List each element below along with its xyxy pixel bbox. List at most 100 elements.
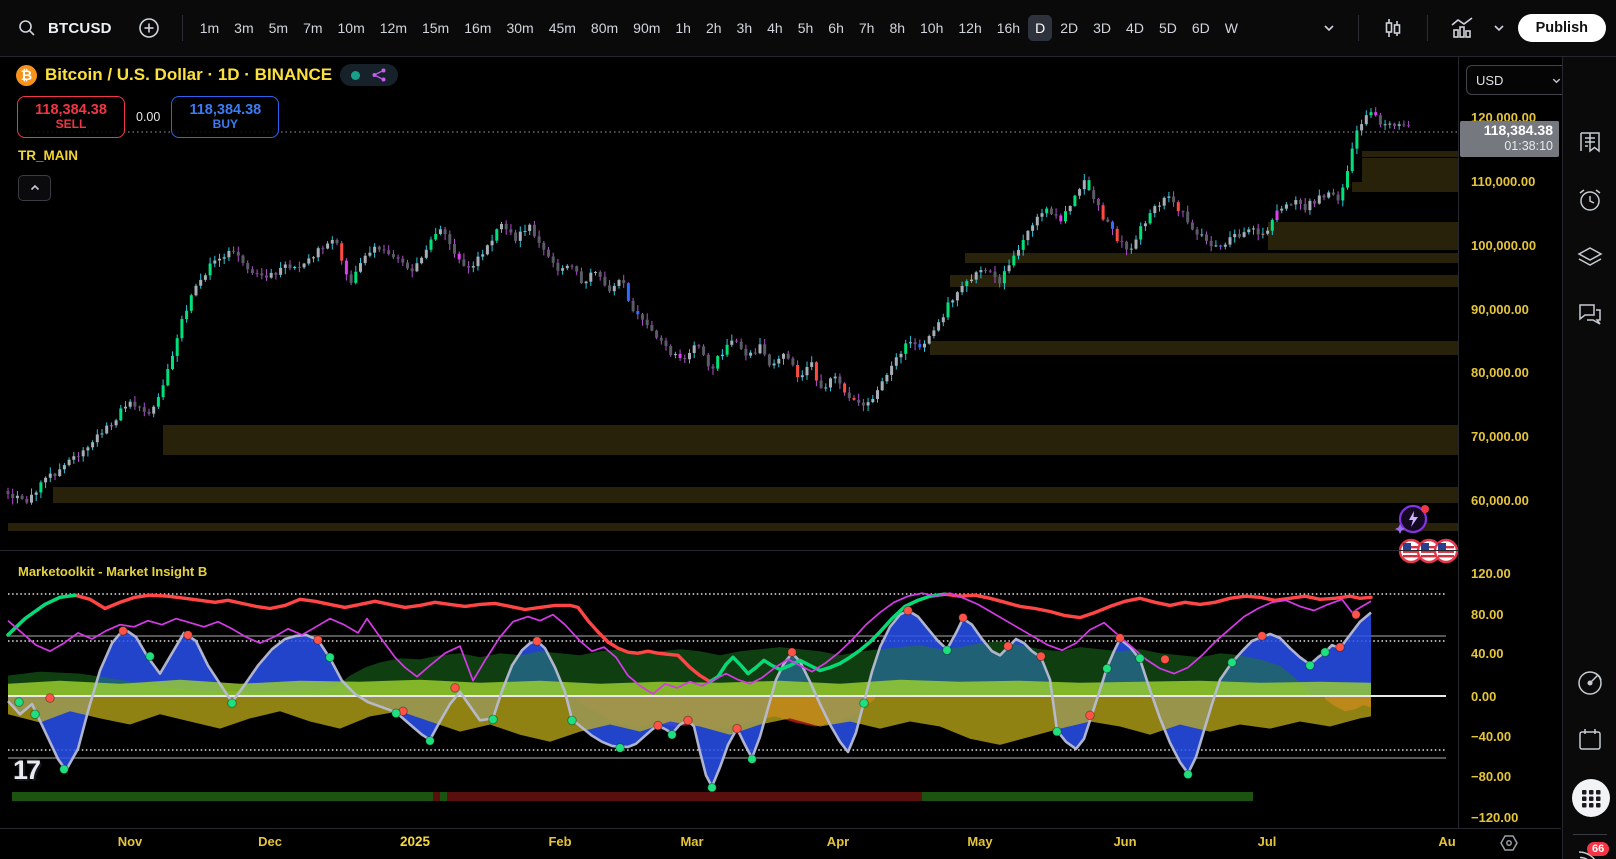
timeframe-1h[interactable]: 1h: [668, 15, 698, 41]
timeframe-D[interactable]: D: [1028, 15, 1053, 41]
buy-button[interactable]: 118,384.38 BUY: [171, 96, 280, 138]
timeframe-more-button[interactable]: [1318, 17, 1340, 39]
symbol-search-button[interactable]: [14, 15, 40, 41]
calendar-button[interactable]: [1576, 726, 1606, 756]
chat-button[interactable]: [1576, 300, 1606, 330]
price-axis-label: 40.00: [1471, 646, 1504, 661]
price-axis-label: 90,000.00: [1471, 302, 1529, 317]
timeframe-1m[interactable]: 1m: [193, 15, 226, 41]
timeframe-5h[interactable]: 5h: [791, 15, 821, 41]
time-axis-label-Mar: Mar: [680, 834, 704, 849]
timeframe-7m[interactable]: 7m: [296, 15, 329, 41]
price-axis-label: 0.00: [1471, 689, 1497, 704]
bitcoin-icon: ₿: [16, 64, 37, 86]
bar-countdown: 01:38:10: [1504, 139, 1553, 153]
compare-add-button[interactable]: [134, 13, 164, 43]
alerts-button[interactable]: [1576, 186, 1606, 216]
publish-button[interactable]: Publish: [1517, 14, 1606, 42]
spread-value: 0.00: [136, 110, 161, 124]
timeframe-16m[interactable]: 16m: [457, 15, 498, 41]
tradingview-logo[interactable]: 17: [13, 755, 41, 786]
price-axis[interactable]: USD 120,000.00 110,000.00 100,000.00 90,000…: [1459, 56, 1572, 828]
timeframe-15m[interactable]: 15m: [415, 15, 456, 41]
time-axis-label-Jun: Jun: [1113, 834, 1137, 849]
timeframe-6h[interactable]: 6h: [821, 15, 851, 41]
ai-assistant-icon[interactable]: [1392, 500, 1432, 538]
price-axis-label: −120.00: [1471, 810, 1519, 825]
timeframe-5D[interactable]: 5D: [1152, 15, 1184, 41]
timeframe-12h[interactable]: 12h: [951, 15, 988, 41]
time-axis-label-Au: Au: [1438, 834, 1456, 849]
timeframe-6D[interactable]: 6D: [1185, 15, 1217, 41]
oscillator-title[interactable]: Marketoolkit - Market Insight B: [18, 564, 207, 579]
timeframe-3D[interactable]: 3D: [1086, 15, 1118, 41]
collapse-panel-button[interactable]: [18, 175, 51, 201]
main-indicator-label[interactable]: TR_MAIN: [18, 148, 78, 163]
symbol-status-pill[interactable]: [340, 64, 399, 86]
timeframe-12m[interactable]: 12m: [373, 15, 414, 41]
layers-icon: [1577, 247, 1603, 266]
timeframe-list: 1m 3m 5m 7m 10m 12m 15m 16m 30m 45m 80m 90m 1h 2h 3h 4h…: [193, 15, 1245, 41]
alarm-clock-icon: [1579, 189, 1601, 211]
time-axis[interactable]: Nov Dec 2025 Feb Mar Apr May Jun Jul Au: [0, 829, 1616, 859]
watchlist-button[interactable]: [1576, 130, 1606, 160]
timeframe-7h[interactable]: 7h: [852, 15, 882, 41]
right-sidebar: 66 62: [1562, 56, 1616, 859]
time-axis-label-May: May: [967, 834, 993, 849]
plus-circle-icon: [138, 18, 159, 38]
toolbar-divider: [1426, 15, 1428, 41]
current-price: 118,384.38: [1483, 122, 1553, 138]
timeframe-2h[interactable]: 2h: [699, 15, 729, 41]
time-axis-label-Apr: Apr: [826, 834, 850, 849]
calendar-icon: [1579, 729, 1601, 750]
timeframe-3h[interactable]: 3h: [730, 15, 760, 41]
timeframe-90m[interactable]: 90m: [626, 15, 667, 41]
sidebar-divider: [1573, 834, 1607, 835]
timeframe-2D[interactable]: 2D: [1053, 15, 1085, 41]
buy-price: 118,384.38: [189, 101, 262, 118]
currency-dropdown[interactable]: USD: [1466, 65, 1572, 95]
screener-button[interactable]: [1576, 669, 1606, 699]
symbol-ticker[interactable]: BTCUSD: [48, 20, 112, 37]
object-tree-button[interactable]: [1576, 244, 1606, 274]
timeframe-4D[interactable]: 4D: [1119, 15, 1151, 41]
sell-price: 118,384.38: [35, 101, 107, 118]
pane-separator[interactable]: [0, 550, 1561, 551]
timeframe-45m[interactable]: 45m: [542, 15, 583, 41]
price-axis-label: 70,000.00: [1471, 429, 1529, 444]
timeframe-4h[interactable]: 4h: [760, 15, 790, 41]
indicators-button[interactable]: [1446, 12, 1480, 44]
time-axis-label-Dec: Dec: [258, 834, 282, 849]
indicators-chart-icon: [1451, 17, 1473, 38]
timeframe-5m[interactable]: 5m: [262, 15, 295, 41]
current-price-tag: 118,384.38 01:38:10: [1460, 121, 1559, 157]
tradingview-app: BTCUSD 1m 3m 5m 7m 10m 12m 15m 16m 30m 45m 80m 90m 1…: [0, 0, 1616, 859]
search-icon: [19, 20, 35, 36]
timeframe-3m[interactable]: 3m: [227, 15, 260, 41]
chevron-up-icon: [30, 184, 39, 191]
share-network-icon: [372, 68, 386, 82]
economic-events-flags-icon[interactable]: [1398, 537, 1458, 565]
toolbar-divider: [1357, 15, 1359, 41]
time-axis-label-Nov: Nov: [117, 834, 143, 849]
time-axis-label-Feb: Feb: [548, 834, 572, 849]
buy-label: BUY: [212, 117, 239, 132]
timeframe-10m[interactable]: 10m: [331, 15, 372, 41]
symbol-title[interactable]: Bitcoin / U.S. Dollar · 1D · BINANCE: [45, 65, 332, 85]
price-axis-label: 60,000.00: [1471, 493, 1529, 508]
timeframe-8h[interactable]: 8h: [882, 15, 912, 41]
timeframe-16h[interactable]: 16h: [990, 15, 1027, 41]
timeframe-30m[interactable]: 30m: [499, 15, 540, 41]
timeframe-W[interactable]: W: [1218, 15, 1245, 41]
price-axis-label: 110,000.00: [1471, 174, 1536, 189]
price-axis-label: −40.00: [1471, 729, 1512, 744]
chart-style-button[interactable]: [1377, 12, 1409, 44]
price-axis-label: −80.00: [1471, 769, 1512, 784]
apps-menu-button[interactable]: [1571, 778, 1611, 818]
sell-button[interactable]: 118,384.38 SELL: [17, 96, 125, 138]
axis-settings-icon[interactable]: [1498, 832, 1520, 854]
timeframe-10h[interactable]: 10h: [913, 15, 950, 41]
indicators-more-button[interactable]: [1488, 17, 1510, 39]
price-axis-label: 120.00: [1471, 566, 1511, 581]
timeframe-80m[interactable]: 80m: [584, 15, 625, 41]
